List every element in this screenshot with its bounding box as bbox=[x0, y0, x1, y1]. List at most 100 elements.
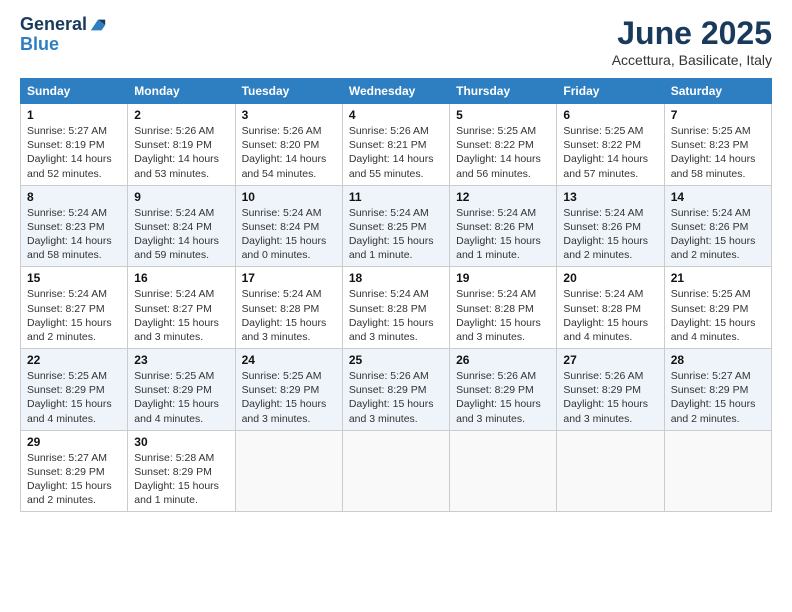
day-info: Sunrise: 5:24 AMSunset: 8:24 PMDaylight:… bbox=[134, 206, 228, 263]
col-header-saturday: Saturday bbox=[664, 79, 771, 104]
day-info: Sunrise: 5:27 AMSunset: 8:19 PMDaylight:… bbox=[27, 124, 121, 181]
day-cell: 27Sunrise: 5:26 AMSunset: 8:29 PMDayligh… bbox=[557, 349, 664, 431]
day-number: 30 bbox=[134, 435, 228, 449]
day-number: 2 bbox=[134, 108, 228, 122]
day-number: 15 bbox=[27, 271, 121, 285]
day-info: Sunrise: 5:25 AMSunset: 8:29 PMDaylight:… bbox=[671, 287, 765, 344]
day-number: 1 bbox=[27, 108, 121, 122]
day-info: Sunrise: 5:26 AMSunset: 8:19 PMDaylight:… bbox=[134, 124, 228, 181]
day-cell: 21 Sunrise: 5:25 AMSunset: 8:29 PMDayligh… bbox=[664, 267, 771, 349]
day-cell: 1 Sunrise: 5:27 AMSunset: 8:19 PMDaylight… bbox=[21, 104, 128, 186]
day-info: Sunrise: 5:27 AMSunset: 8:29 PMDaylight:… bbox=[671, 369, 765, 426]
day-number: 4 bbox=[349, 108, 443, 122]
day-cell: 11 Sunrise: 5:24 AMSunset: 8:25 PMDayligh… bbox=[342, 185, 449, 267]
day-info: Sunrise: 5:24 AMSunset: 8:27 PMDaylight:… bbox=[134, 287, 228, 344]
day-info: Sunrise: 5:24 AMSunset: 8:28 PMDaylight:… bbox=[456, 287, 550, 344]
day-cell: 20Sunrise: 5:24 AMSunset: 8:28 PMDayligh… bbox=[557, 267, 664, 349]
day-cell: 2 Sunrise: 5:26 AMSunset: 8:19 PMDaylight… bbox=[128, 104, 235, 186]
day-info: Sunrise: 5:24 AMSunset: 8:28 PMDaylight:… bbox=[242, 287, 336, 344]
day-info: Sunrise: 5:26 AMSunset: 8:20 PMDaylight:… bbox=[242, 124, 336, 181]
day-cell: 5 Sunrise: 5:25 AMSunset: 8:22 PMDaylight… bbox=[450, 104, 557, 186]
day-number: 29 bbox=[27, 435, 121, 449]
day-info: Sunrise: 5:24 AMSunset: 8:23 PMDaylight:… bbox=[27, 206, 121, 263]
day-cell: 13 Sunrise: 5:24 AMSunset: 8:26 PMDayligh… bbox=[557, 185, 664, 267]
day-number: 26 bbox=[456, 353, 550, 367]
calendar-body: 1 Sunrise: 5:27 AMSunset: 8:19 PMDaylight… bbox=[21, 104, 772, 512]
col-header-wednesday: Wednesday bbox=[342, 79, 449, 104]
month-title: June 2025 bbox=[612, 15, 772, 52]
day-cell bbox=[342, 430, 449, 512]
day-cell: 30Sunrise: 5:28 AMSunset: 8:29 PMDayligh… bbox=[128, 430, 235, 512]
day-number: 5 bbox=[456, 108, 550, 122]
day-info: Sunrise: 5:25 AMSunset: 8:22 PMDaylight:… bbox=[456, 124, 550, 181]
day-cell: 9 Sunrise: 5:24 AMSunset: 8:24 PMDaylight… bbox=[128, 185, 235, 267]
week-row-3: 15 Sunrise: 5:24 AMSunset: 8:27 PMDayligh… bbox=[21, 267, 772, 349]
day-info: Sunrise: 5:24 AMSunset: 8:26 PMDaylight:… bbox=[671, 206, 765, 263]
day-cell: 18Sunrise: 5:24 AMSunset: 8:28 PMDayligh… bbox=[342, 267, 449, 349]
day-number: 25 bbox=[349, 353, 443, 367]
day-cell: 23 Sunrise: 5:25 AMSunset: 8:29 PMDayligh… bbox=[128, 349, 235, 431]
day-info: Sunrise: 5:25 AMSunset: 8:22 PMDaylight:… bbox=[563, 124, 657, 181]
day-cell: 28 Sunrise: 5:27 AMSunset: 8:29 PMDayligh… bbox=[664, 349, 771, 431]
day-info: Sunrise: 5:26 AMSunset: 8:29 PMDaylight:… bbox=[456, 369, 550, 426]
col-header-sunday: Sunday bbox=[21, 79, 128, 104]
day-number: 28 bbox=[671, 353, 765, 367]
week-row-4: 22 Sunrise: 5:25 AMSunset: 8:29 PMDayligh… bbox=[21, 349, 772, 431]
day-info: Sunrise: 5:24 AMSunset: 8:28 PMDaylight:… bbox=[349, 287, 443, 344]
logo-blue: Blue bbox=[20, 35, 59, 55]
day-cell bbox=[664, 430, 771, 512]
day-number: 24 bbox=[242, 353, 336, 367]
day-info: Sunrise: 5:25 AMSunset: 8:29 PMDaylight:… bbox=[27, 369, 121, 426]
day-cell: 29 Sunrise: 5:27 AMSunset: 8:29 PMDayligh… bbox=[21, 430, 128, 512]
day-number: 6 bbox=[563, 108, 657, 122]
day-cell: 22 Sunrise: 5:25 AMSunset: 8:29 PMDayligh… bbox=[21, 349, 128, 431]
day-cell: 12Sunrise: 5:24 AMSunset: 8:26 PMDayligh… bbox=[450, 185, 557, 267]
day-number: 8 bbox=[27, 190, 121, 204]
day-number: 10 bbox=[242, 190, 336, 204]
day-number: 13 bbox=[563, 190, 657, 204]
day-cell bbox=[450, 430, 557, 512]
day-cell: 3 Sunrise: 5:26 AMSunset: 8:20 PMDaylight… bbox=[235, 104, 342, 186]
day-cell: 4 Sunrise: 5:26 AMSunset: 8:21 PMDaylight… bbox=[342, 104, 449, 186]
logo-icon bbox=[89, 16, 107, 34]
day-cell: 16 Sunrise: 5:24 AMSunset: 8:27 PMDayligh… bbox=[128, 267, 235, 349]
day-info: Sunrise: 5:26 AMSunset: 8:29 PMDaylight:… bbox=[563, 369, 657, 426]
col-header-friday: Friday bbox=[557, 79, 664, 104]
day-cell: 25Sunrise: 5:26 AMSunset: 8:29 PMDayligh… bbox=[342, 349, 449, 431]
day-number: 3 bbox=[242, 108, 336, 122]
day-number: 21 bbox=[671, 271, 765, 285]
week-row-2: 8 Sunrise: 5:24 AMSunset: 8:23 PMDaylight… bbox=[21, 185, 772, 267]
day-info: Sunrise: 5:24 AMSunset: 8:25 PMDaylight:… bbox=[349, 206, 443, 263]
header: General Blue June 2025 Accettura, Basili… bbox=[20, 15, 772, 68]
day-cell: 19 Sunrise: 5:24 AMSunset: 8:28 PMDayligh… bbox=[450, 267, 557, 349]
location: Accettura, Basilicate, Italy bbox=[612, 52, 772, 68]
calendar-header-row: SundayMondayTuesdayWednesdayThursdayFrid… bbox=[21, 79, 772, 104]
day-info: Sunrise: 5:25 AMSunset: 8:29 PMDaylight:… bbox=[134, 369, 228, 426]
day-cell: 24 Sunrise: 5:25 AMSunset: 8:29 PMDayligh… bbox=[235, 349, 342, 431]
day-number: 20 bbox=[563, 271, 657, 285]
day-number: 16 bbox=[134, 271, 228, 285]
title-block: June 2025 Accettura, Basilicate, Italy bbox=[612, 15, 772, 68]
day-cell: 15 Sunrise: 5:24 AMSunset: 8:27 PMDayligh… bbox=[21, 267, 128, 349]
day-info: Sunrise: 5:25 AMSunset: 8:29 PMDaylight:… bbox=[242, 369, 336, 426]
col-header-thursday: Thursday bbox=[450, 79, 557, 104]
day-number: 9 bbox=[134, 190, 228, 204]
day-cell bbox=[557, 430, 664, 512]
day-number: 11 bbox=[349, 190, 443, 204]
calendar-table: SundayMondayTuesdayWednesdayThursdayFrid… bbox=[20, 78, 772, 512]
day-number: 23 bbox=[134, 353, 228, 367]
day-info: Sunrise: 5:25 AMSunset: 8:23 PMDaylight:… bbox=[671, 124, 765, 181]
day-info: Sunrise: 5:27 AMSunset: 8:29 PMDaylight:… bbox=[27, 451, 121, 508]
day-number: 22 bbox=[27, 353, 121, 367]
day-number: 17 bbox=[242, 271, 336, 285]
day-info: Sunrise: 5:26 AMSunset: 8:21 PMDaylight:… bbox=[349, 124, 443, 181]
logo-general: General bbox=[20, 15, 87, 35]
page: General Blue June 2025 Accettura, Basili… bbox=[0, 0, 792, 612]
day-info: Sunrise: 5:24 AMSunset: 8:27 PMDaylight:… bbox=[27, 287, 121, 344]
col-header-monday: Monday bbox=[128, 79, 235, 104]
day-number: 19 bbox=[456, 271, 550, 285]
day-number: 14 bbox=[671, 190, 765, 204]
day-info: Sunrise: 5:24 AMSunset: 8:26 PMDaylight:… bbox=[563, 206, 657, 263]
day-number: 7 bbox=[671, 108, 765, 122]
week-row-5: 29 Sunrise: 5:27 AMSunset: 8:29 PMDayligh… bbox=[21, 430, 772, 512]
